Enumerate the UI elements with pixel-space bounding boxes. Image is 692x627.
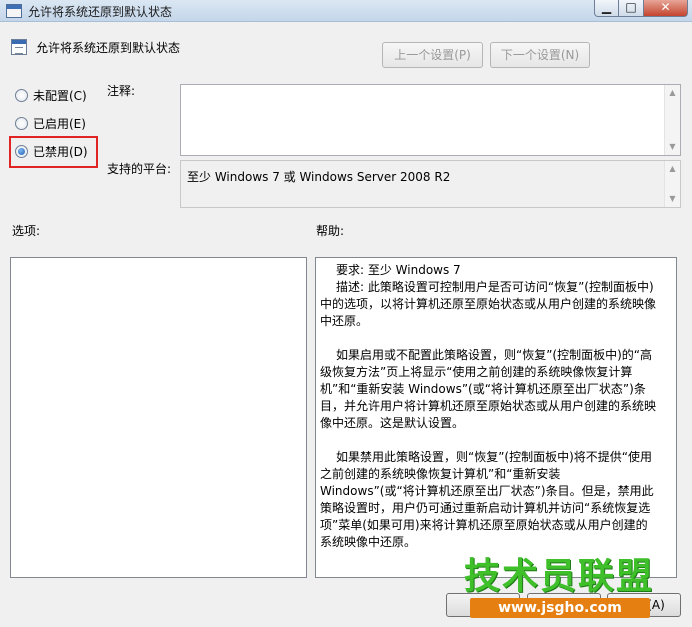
radio-button[interactable] xyxy=(15,88,28,102)
platform-field: 至少 Windows 7 或 Windows Server 2008 R2 ▲ … xyxy=(180,160,681,208)
options-pane xyxy=(10,257,307,578)
help-requirement: 要求: 至少 Windows 7 xyxy=(336,263,461,277)
radio-label: 未配置(C) xyxy=(33,88,87,103)
policy-window-icon xyxy=(6,4,22,18)
radio-enabled[interactable]: 已启用(E) xyxy=(15,114,86,132)
help-label: 帮助: xyxy=(316,224,345,238)
apply-button[interactable]: 应用(A) xyxy=(607,593,681,617)
scroll-down-icon[interactable]: ▼ xyxy=(665,191,680,207)
policy-setting-icon xyxy=(11,39,27,55)
next-setting-button[interactable]: 下一个设置(N) xyxy=(490,42,590,68)
scroll-up-icon[interactable]: ▲ xyxy=(665,85,680,101)
scroll-down-icon[interactable]: ▼ xyxy=(665,139,680,155)
help-paragraph: 如果禁用此策略设置，则“恢复”(控制面板中)将不提供“使用之前创建的系统映像恢复… xyxy=(320,450,654,549)
scroll-up-icon[interactable]: ▲ xyxy=(665,161,680,177)
window-title: 允许将系统还原到默认状态 xyxy=(28,5,173,19)
help-text: 要求: 至少 Windows 7 描述: 此策略设置可控制用户是否可访问“恢复”… xyxy=(320,262,656,551)
comment-label: 注释: xyxy=(107,84,136,98)
comment-textarea[interactable]: ▲ ▼ xyxy=(180,84,681,156)
cancel-button[interactable]: 取消 xyxy=(527,593,601,617)
radio-label: 已启用(E) xyxy=(33,116,86,131)
title-bar: 允许将系统还原到默认状态 xyxy=(0,0,692,22)
comment-scrollbar[interactable]: ▲ ▼ xyxy=(664,85,680,155)
help-paragraph: 描述: 此策略设置可控制用户是否可访问“恢复”(控制面板中)中的选项，以将计算机… xyxy=(320,280,657,328)
maximize-button[interactable]: □ xyxy=(619,0,644,17)
platform-value: 至少 Windows 7 或 Windows Server 2008 R2 xyxy=(187,170,451,184)
help-pane: 要求: 至少 Windows 7 描述: 此策略设置可控制用户是否可访问“恢复”… xyxy=(315,257,677,578)
platform-label: 支持的平台: xyxy=(107,162,172,176)
selection-highlight-box xyxy=(9,136,98,168)
ok-button[interactable]: 确定 xyxy=(446,593,520,617)
policy-name: 允许将系统还原到默认状态 xyxy=(36,41,181,55)
help-paragraph: 如果启用或不配置此策略设置，则“恢复”(控制面板中)的“高级恢复方法”页上将显示… xyxy=(320,348,657,430)
minimize-button[interactable]: ▁ xyxy=(594,0,619,17)
options-label: 选项: xyxy=(12,224,41,238)
radio-button[interactable] xyxy=(15,116,28,130)
close-button[interactable]: ✕ xyxy=(644,0,688,17)
radio-not-configured[interactable]: 未配置(C) xyxy=(15,86,87,104)
previous-setting-button[interactable]: 上一个设置(P) xyxy=(382,42,483,68)
platform-scrollbar[interactable]: ▲ ▼ xyxy=(664,161,680,207)
